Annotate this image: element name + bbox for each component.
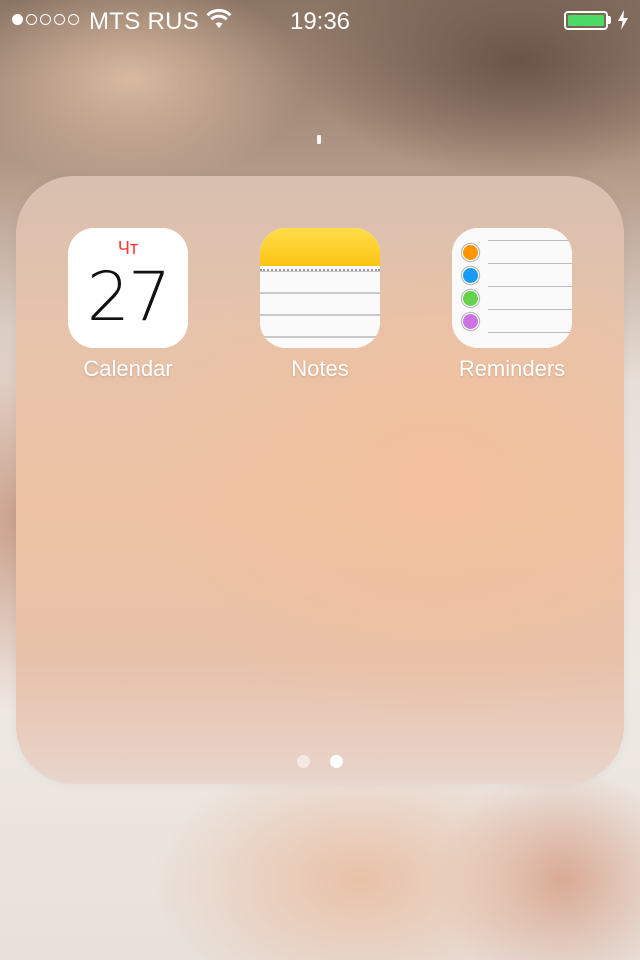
app-reminders[interactable]: Reminders (442, 228, 582, 382)
reminder-row (452, 287, 572, 310)
app-notes[interactable]: Notes (250, 228, 390, 382)
charging-bolt-icon (618, 10, 628, 30)
reminder-dot (462, 290, 479, 307)
status-bar: MTS RUS 19:36 (0, 0, 640, 40)
app-label-notes: Notes (291, 356, 349, 381)
app-label-reminders: Reminders (458, 356, 566, 381)
reminders-icon[interactable] (452, 228, 572, 348)
battery-icon (564, 11, 608, 30)
calendar-date: 27 (86, 258, 172, 337)
folder-pointer (317, 135, 321, 144)
calendar-icon[interactable]: Чт 27 (68, 228, 188, 348)
app-label-calendar: Calendar (83, 356, 173, 381)
reminder-line (488, 332, 572, 333)
reminder-row (452, 310, 572, 333)
notes-lines (260, 272, 380, 348)
reminder-row (452, 264, 572, 287)
page-dot-current[interactable] (330, 755, 344, 768)
clock-time: 19:36 (289, 8, 351, 35)
reminder-row (452, 240, 572, 264)
page-dot[interactable] (296, 755, 310, 768)
reminder-dot (462, 244, 479, 261)
reminder-line (488, 240, 572, 241)
calendar-weekday: Чт (117, 238, 139, 258)
app-calendar[interactable]: Чт 27 Calendar (58, 228, 198, 382)
app-folder: Чт 27 Calendar Notes Reminders (16, 176, 624, 784)
page-indicator[interactable] (16, 755, 624, 773)
reminder-dot (462, 313, 479, 330)
reminder-dot (462, 267, 479, 284)
notes-header (260, 228, 380, 266)
notes-perforation (260, 269, 380, 271)
battery-level-fill (568, 15, 604, 26)
battery-cap (608, 16, 611, 24)
notes-icon[interactable] (260, 228, 380, 348)
